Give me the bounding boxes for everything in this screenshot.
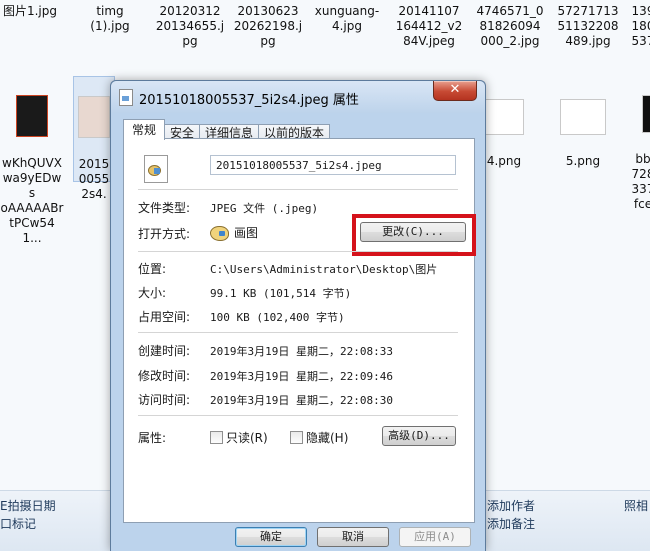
dialog-title: 20151018005537_5i2s4.jpeg 属性 bbox=[139, 93, 359, 108]
file-item[interactable]: 4746571_0 81826094 000_2.jpg bbox=[472, 4, 548, 49]
size-value: 99.1 KB (101,514 字节) bbox=[210, 287, 352, 300]
created-value: 2019年3月19日 星期二，22:08:33 bbox=[210, 345, 393, 358]
close-button[interactable]: ✕ bbox=[433, 81, 477, 101]
opens-with-value: 画图 bbox=[234, 226, 259, 240]
highlight-box bbox=[352, 214, 476, 256]
file-name: xunguang- 4.jpg bbox=[314, 4, 380, 33]
file-item[interactable]: 5.png bbox=[558, 84, 608, 169]
file-name: 5.png bbox=[565, 154, 601, 168]
file-name: 4.png bbox=[486, 154, 522, 168]
divider bbox=[138, 415, 458, 416]
apply-button[interactable]: 应用(A) bbox=[399, 527, 471, 547]
file-thumbnail bbox=[484, 99, 524, 135]
file-item[interactable]: 57271713 51132208 489.jpg bbox=[553, 4, 623, 49]
created-label: 创建时间: bbox=[138, 344, 191, 358]
opens-with-label: 打开方式: bbox=[138, 227, 191, 241]
file-item[interactable]: 139 180 537 bbox=[628, 4, 650, 49]
general-tab-panel: 20151018005537_5i2s4.jpeg 文件类型: JPEG 文件 … bbox=[123, 138, 476, 523]
file-thumbnail bbox=[78, 96, 110, 138]
cancel-button[interactable]: 取消 bbox=[317, 527, 389, 547]
divider bbox=[138, 251, 458, 252]
close-icon: ✕ bbox=[449, 82, 461, 97]
file-name: 20141107 164412_v2 84V.jpeg bbox=[395, 4, 463, 48]
properties-dialog: 20151018005537_5i2s4.jpeg 属性 ✕ 常规 安全 详细信息以… bbox=[110, 80, 486, 551]
attributes-label: 属性: bbox=[138, 431, 167, 445]
advanced-button[interactable]: 高级(D)... bbox=[382, 426, 456, 446]
file-type-label: 文件类型: bbox=[138, 201, 191, 215]
hidden-checkbox[interactable] bbox=[290, 431, 303, 444]
file-name: 4746571_0 81826094 000_2.jpg bbox=[476, 4, 544, 48]
file-name: 2015 0055 2s4. bbox=[78, 157, 110, 201]
location-label: 位置: bbox=[138, 262, 167, 276]
modified-value: 2019年3月19日 星期二，22:09:46 bbox=[210, 370, 393, 383]
ok-button[interactable]: 确定 bbox=[235, 527, 307, 547]
file-name: 图片1.jpg bbox=[2, 4, 58, 18]
filename-field[interactable]: 20151018005537_5i2s4.jpeg bbox=[210, 155, 456, 175]
file-name: 57271713 51132208 489.jpg bbox=[557, 4, 619, 48]
tab-general[interactable]: 常规 bbox=[123, 119, 166, 140]
file-thumbnail bbox=[16, 95, 48, 137]
file-thumbnail bbox=[560, 99, 606, 135]
paint-app-icon bbox=[210, 226, 229, 241]
add-comment-link[interactable]: 添加备注 bbox=[487, 515, 535, 532]
readonly-label[interactable]: 只读(R) bbox=[226, 429, 268, 446]
hidden-label[interactable]: 隐藏(H) bbox=[306, 429, 348, 446]
file-item-selected[interactable]: 2015 0055 2s4. bbox=[73, 76, 115, 201]
file-item[interactable]: wKhQUVX wa9yEDws oAAAAABr tPCw541... bbox=[0, 80, 64, 246]
file-name: 139 180 537 bbox=[631, 4, 650, 48]
disk-size-label: 占用空间: bbox=[138, 310, 191, 324]
details-label: 照相 bbox=[624, 499, 649, 513]
file-item[interactable]: xunguang- 4.jpg bbox=[312, 4, 382, 34]
image-file-icon bbox=[144, 155, 168, 183]
file-item[interactable]: timg (1).jpg bbox=[80, 4, 140, 34]
file-item[interactable]: 4.png bbox=[484, 84, 524, 169]
size-label: 大小: bbox=[138, 286, 167, 300]
readonly-checkbox[interactable] bbox=[210, 431, 223, 444]
file-name: timg (1).jpg bbox=[90, 4, 130, 33]
location-value: C:\Users\Administrator\Desktop\图片 bbox=[210, 263, 438, 276]
tab-strip: 常规 安全 详细信息 以前的版本 bbox=[123, 119, 331, 142]
divider bbox=[138, 332, 458, 333]
add-author-link[interactable]: 添加作者 bbox=[487, 497, 535, 514]
disk-size-value: 100 KB (102,400 字节) bbox=[210, 311, 345, 324]
file-thumbnail bbox=[642, 95, 650, 133]
accessed-value: 2019年3月19日 星期二，22:08:30 bbox=[210, 394, 393, 407]
file-type-value: JPEG 文件 (.jpeg) bbox=[210, 202, 319, 215]
modified-label: 修改时间: bbox=[138, 369, 191, 383]
dialog-titlebar[interactable]: 20151018005537_5i2s4.jpeg 属性 ✕ bbox=[111, 81, 485, 113]
file-item[interactable]: bb 728 337 fce bbox=[628, 80, 650, 212]
file-name: wKhQUVX wa9yEDws oAAAAABr tPCw541... bbox=[0, 156, 64, 245]
file-item[interactable]: 图片1.jpg bbox=[0, 4, 60, 19]
file-name: 20120312 20134655.j pg bbox=[155, 4, 225, 48]
details-label: E拍摄日期 bbox=[0, 499, 56, 513]
file-item[interactable]: 20130623 20262198.j pg bbox=[233, 4, 303, 49]
file-name: 20130623 20262198.j pg bbox=[233, 4, 303, 48]
file-item[interactable]: 20141107 164412_v2 84V.jpeg bbox=[391, 4, 467, 49]
details-label: 口标记 bbox=[0, 517, 37, 531]
file-item[interactable]: 20120312 20134655.j pg bbox=[155, 4, 225, 49]
image-file-icon bbox=[119, 89, 133, 106]
file-name: bb 728 337 fce bbox=[631, 152, 650, 211]
divider bbox=[138, 189, 458, 190]
accessed-label: 访问时间: bbox=[138, 393, 191, 407]
